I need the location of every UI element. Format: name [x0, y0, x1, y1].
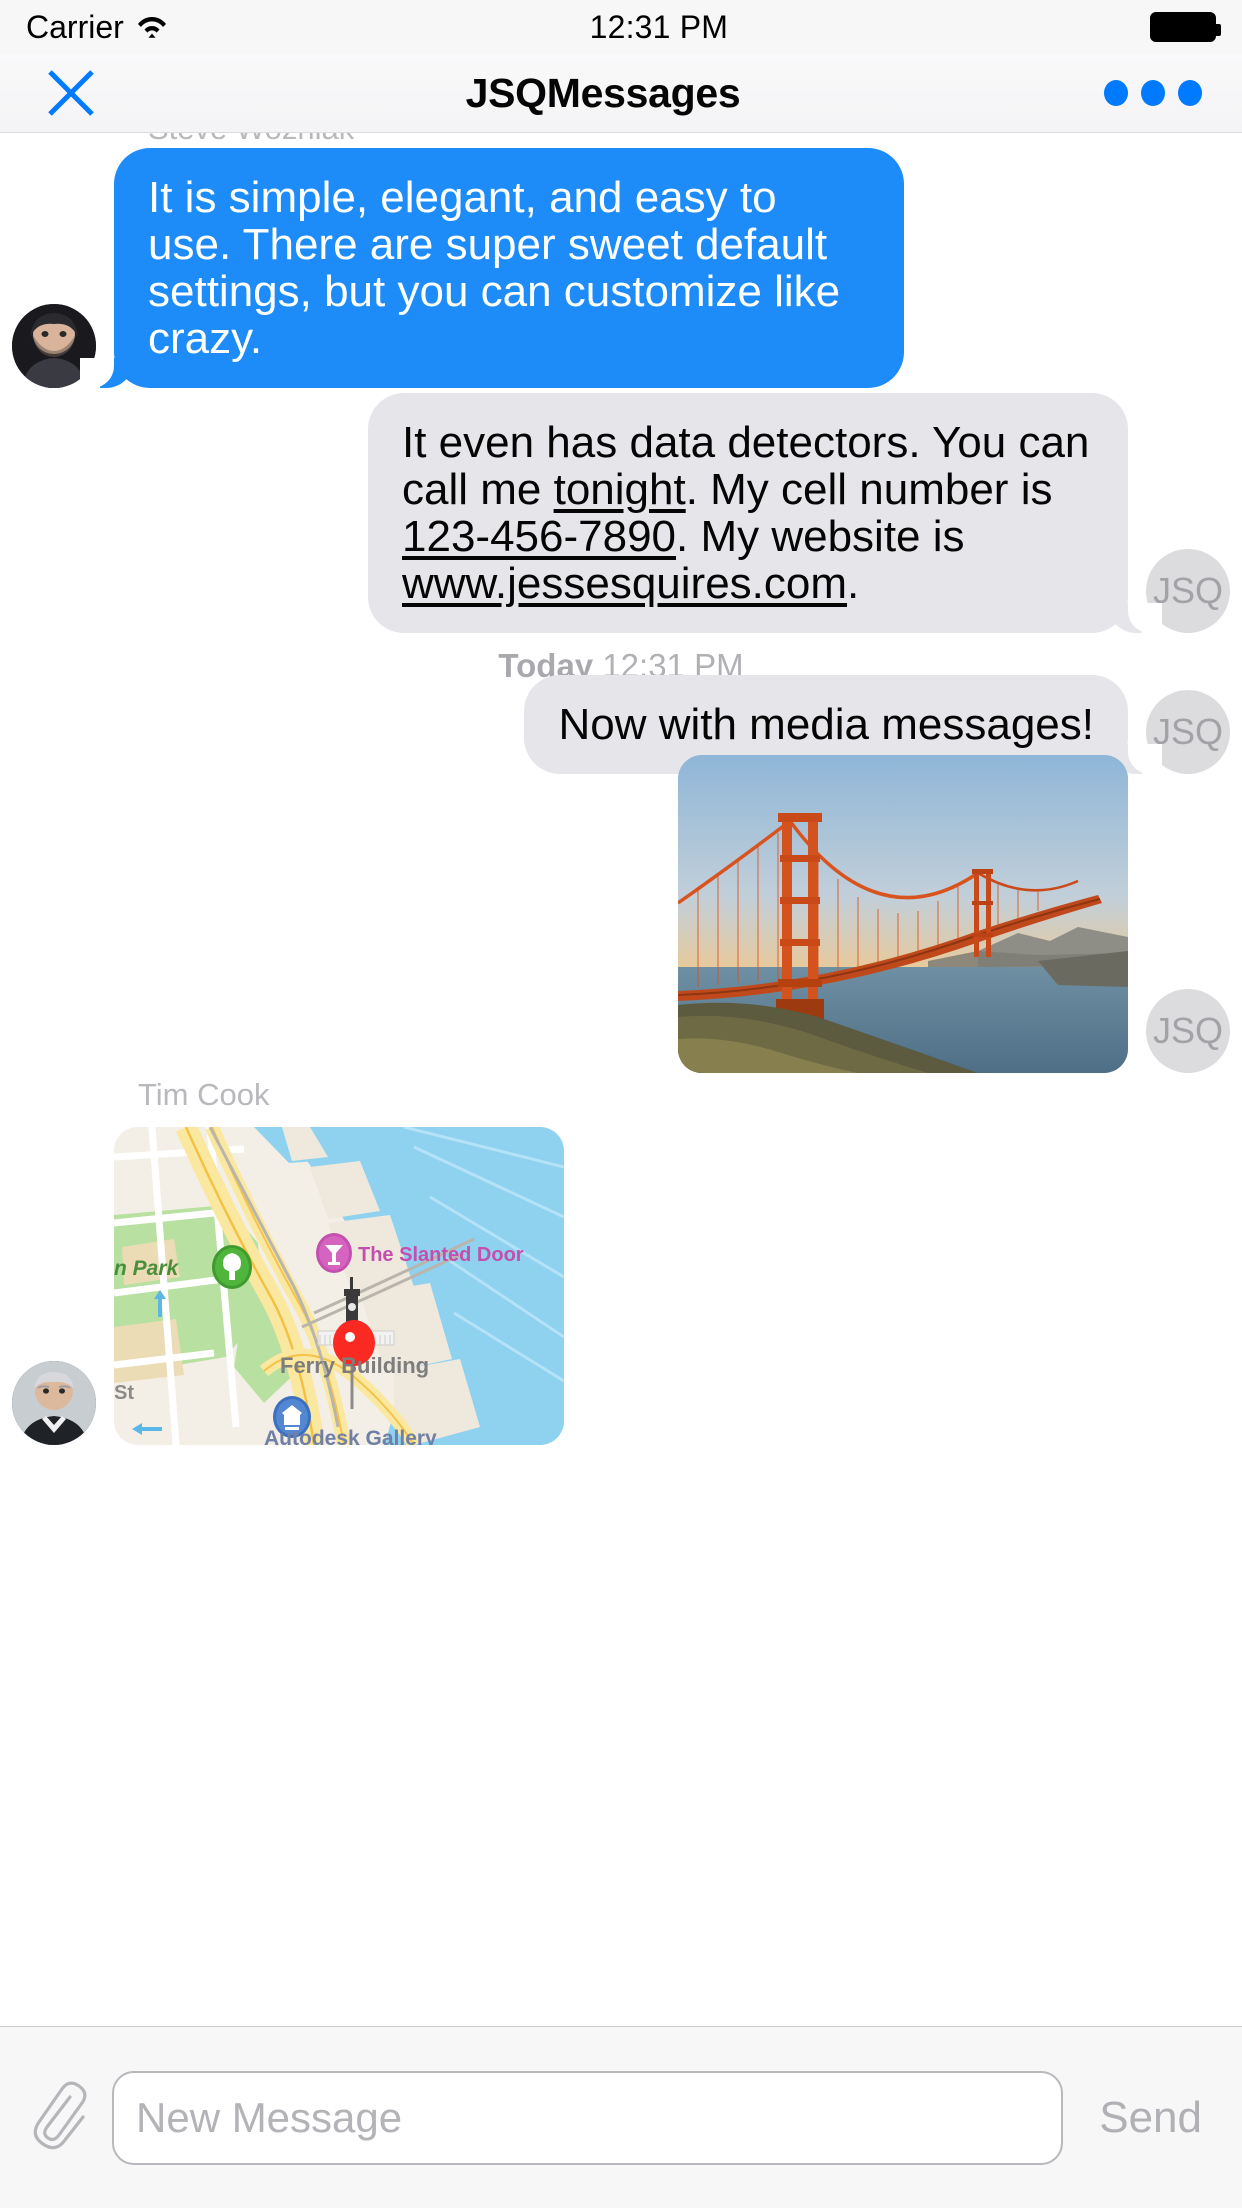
message-input-toolbar: Send	[0, 2026, 1242, 2208]
ferry-building-map[interactable]: n Park The Slanted Door Ferry Building S…	[114, 1127, 564, 1445]
status-bar-right	[1150, 12, 1221, 42]
more-dots-icon	[1104, 80, 1128, 106]
svg-text:The Slanted Door: The Slanted Door	[358, 1244, 524, 1266]
dd-part: . My cell number is	[685, 465, 1053, 515]
battery-full-icon	[1150, 12, 1221, 42]
paperclip-icon	[33, 2081, 87, 2149]
golden-gate-bridge-photo[interactable]	[678, 755, 1128, 1073]
sender-name-label: Tim Cook	[138, 1077, 270, 1112]
attach-media-button[interactable]	[22, 2072, 94, 2164]
message-bubble-outgoing-text[interactable]: It is simple, elegant, and easy to use. …	[80, 148, 904, 389]
status-bar-left: Carrier	[26, 9, 168, 46]
close-x-icon	[48, 70, 94, 116]
jsq-avatar[interactable]: JSQ	[1146, 989, 1230, 1073]
park-poi-icon	[212, 1245, 252, 1289]
page-title: JSQMessages	[465, 69, 741, 116]
restaurant-poi-icon	[316, 1233, 352, 1273]
svg-text:Autodesk Gallery: Autodesk Gallery	[264, 1427, 437, 1445]
dd-part: . My website is	[676, 512, 965, 562]
message-row-outgoing[interactable]: It even has data detectors. You can call…	[130, 393, 1230, 634]
navigation-bar: JSQMessages	[0, 54, 1242, 133]
message-list[interactable]: Steve Wozniak It is simple, elegant, and…	[0, 133, 1242, 2026]
status-bar-time: 12:31 PM	[589, 8, 729, 45]
wifi-icon	[136, 13, 168, 41]
svg-text:n Park: n Park	[114, 1257, 180, 1280]
svg-text:St: St	[114, 1382, 134, 1404]
message-input-field[interactable]	[112, 2070, 1064, 2165]
phone-number-link[interactable]: 123-456-7890	[402, 512, 676, 561]
tim-cook-avatar[interactable]	[12, 1361, 96, 1445]
more-options-button[interactable]	[1104, 80, 1202, 106]
dd-part: .	[847, 559, 860, 609]
send-button[interactable]: Send	[1081, 2093, 1220, 2143]
message-row-incoming-media[interactable]: n Park The Slanted Door Ferry Building S…	[12, 1127, 1112, 1445]
website-link[interactable]: www.jessesquires.com	[402, 559, 847, 608]
status-bar: Carrier 12:31 PM	[0, 0, 1242, 54]
carrier-label: Carrier	[26, 8, 124, 45]
close-button[interactable]	[40, 62, 102, 124]
more-dots-icon	[1141, 80, 1165, 106]
message-row-outgoing-media[interactable]: JSQ	[130, 755, 1230, 1073]
date-link[interactable]: tonight	[554, 465, 686, 514]
message-bubble-incoming-text[interactable]: It even has data detectors. You can call…	[368, 393, 1162, 634]
svg-text:Ferry Building: Ferry Building	[280, 1353, 429, 1378]
more-dots-icon	[1178, 80, 1202, 106]
message-row-incoming[interactable]: It is simple, elegant, and easy to use. …	[12, 148, 1112, 389]
